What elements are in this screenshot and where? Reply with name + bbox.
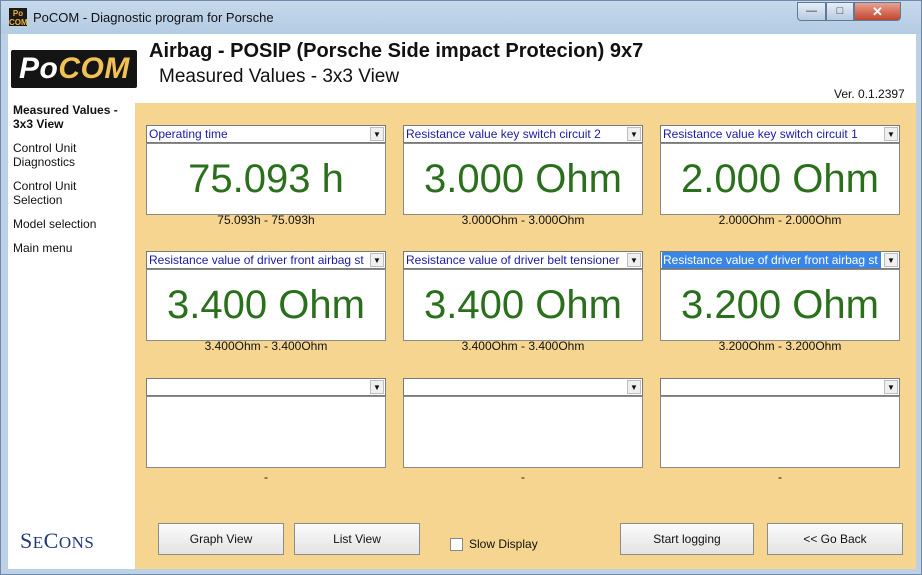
cell-4-label: Resistance value of driver front airbag … [149, 253, 364, 267]
cell-5-selector[interactable]: Resistance value of driver belt tensione… [403, 251, 643, 269]
cell-1-range: 75.093h - 75.093h [217, 213, 315, 227]
cell-2-selector[interactable]: Resistance value key switch circuit 2 ▼ [403, 125, 643, 143]
start-logging-button[interactable]: Start logging [620, 523, 754, 555]
logo-text: PoCOM [19, 52, 130, 86]
secons-logo: SECONS [20, 528, 94, 554]
brand-s: S [20, 528, 33, 553]
slow-display-label: Slow Display [469, 537, 538, 551]
chevron-down-icon[interactable]: ▼ [884, 380, 898, 394]
close-button[interactable]: ✕ [854, 2, 901, 21]
title-bar[interactable]: Po COM PoCOM - Diagnostic program for Por… [1, 1, 921, 34]
page-subtitle: Measured Values - 3x3 View [159, 66, 400, 87]
cell-2-label: Resistance value key switch circuit 2 [406, 127, 601, 141]
cell-8-range: - [521, 470, 525, 484]
brand-c: C [43, 528, 59, 553]
window-title: PoCOM - Diagnostic program for Porsche [33, 10, 274, 25]
maximize-button[interactable]: □ [826, 2, 854, 21]
graph-view-button[interactable]: Graph View [158, 523, 284, 555]
cell-9-value [660, 396, 900, 468]
pocom-app-icon: Po COM [9, 8, 28, 27]
chevron-down-icon[interactable]: ▼ [884, 253, 898, 267]
cell-3-selector[interactable]: Resistance value key switch circuit 1 ▼ [660, 125, 900, 143]
cell-4-selector[interactable]: Resistance value of driver front airbag … [146, 251, 386, 269]
cell-7-range: - [264, 470, 268, 484]
cell-3-label: Resistance value key switch circuit 1 [663, 127, 858, 141]
brand-ons: ONS [58, 533, 95, 552]
sidebar-item-model-selection[interactable]: Model selection [13, 217, 123, 231]
list-view-button[interactable]: List View [294, 523, 420, 555]
logo-part-po: Po [19, 52, 59, 85]
app-window: Po COM PoCOM - Diagnostic program for Por… [0, 0, 922, 575]
chevron-down-icon[interactable]: ▼ [627, 127, 641, 141]
cell-6-selector[interactable]: Resistance value of driver front airbag … [660, 251, 900, 269]
cell-6-value: 3.200 Ohm [660, 269, 900, 341]
cell-5-range: 3.400Ohm - 3.400Ohm [461, 339, 585, 353]
sidebar-item-main-menu[interactable]: Main menu [13, 241, 123, 255]
go-back-button[interactable]: << Go Back [767, 523, 903, 555]
chevron-down-icon[interactable]: ▼ [370, 253, 384, 267]
cell-9-selector[interactable]: ▼ [660, 378, 900, 396]
sidebar-item-measured-values[interactable]: Measured Values - 3x3 View [13, 103, 131, 131]
cell-1-value: 75.093 h [146, 143, 386, 215]
slow-display-checkbox[interactable] [450, 538, 463, 551]
cell-8-selector[interactable]: ▼ [403, 378, 643, 396]
cell-6-range: 3.200Ohm - 3.200Ohm [718, 339, 842, 353]
sidebar-item-control-unit-selection[interactable]: Control Unit Selection [13, 179, 113, 207]
cell-7-selector[interactable]: ▼ [146, 378, 386, 396]
cell-2-value: 3.000 Ohm [403, 143, 643, 215]
version-label: Ver. 0.1.2397 [834, 87, 905, 101]
cell-6-label: Resistance value of driver front airbag … [662, 252, 881, 268]
minimize-button[interactable]: — [797, 2, 826, 21]
cell-2-range: 3.000Ohm - 3.000Ohm [461, 213, 585, 227]
client-area: PoCOM Airbag - POSIP (Porsche Side impac… [8, 34, 916, 569]
chevron-down-icon[interactable]: ▼ [627, 380, 641, 394]
chevron-down-icon[interactable]: ▼ [884, 127, 898, 141]
sidebar-item-control-unit-diagnostics[interactable]: Control Unit Diagnostics [13, 141, 113, 169]
cell-1-selector[interactable]: Operating time ▼ [146, 125, 386, 143]
logo-part-com: COM [58, 52, 130, 85]
brand-e: E [32, 533, 44, 552]
cell-4-value: 3.400 Ohm [146, 269, 386, 341]
cell-4-range: 3.400Ohm - 3.400Ohm [204, 339, 328, 353]
chevron-down-icon[interactable]: ▼ [627, 253, 641, 267]
cell-3-range: 2.000Ohm - 2.000Ohm [718, 213, 842, 227]
cell-9-range: - [778, 470, 782, 484]
page-title: Airbag - POSIP (Porsche Side impact Prot… [149, 40, 644, 62]
cell-5-label: Resistance value of driver belt tensione… [406, 253, 620, 267]
chevron-down-icon[interactable]: ▼ [370, 380, 384, 394]
cell-3-value: 2.000 Ohm [660, 143, 900, 215]
cell-1-label: Operating time [149, 127, 228, 141]
cell-5-value: 3.400 Ohm [403, 269, 643, 341]
cell-8-value [403, 396, 643, 468]
chevron-down-icon[interactable]: ▼ [370, 127, 384, 141]
cell-7-value [146, 396, 386, 468]
pocom-logo: PoCOM [11, 50, 137, 88]
